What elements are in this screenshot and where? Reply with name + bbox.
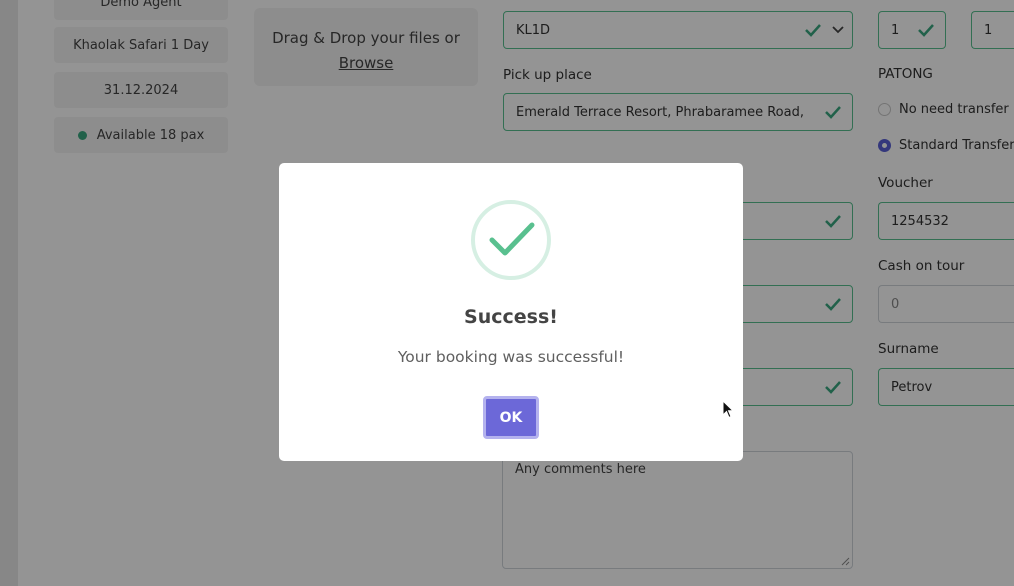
dialog-message: Your booking was successful! bbox=[397, 348, 625, 366]
success-dialog: Success! Your booking was successful! OK bbox=[279, 163, 743, 461]
checkmark-icon bbox=[489, 222, 535, 256]
mouse-cursor-icon bbox=[722, 400, 734, 419]
ok-button[interactable]: OK bbox=[483, 396, 539, 439]
success-check-icon bbox=[471, 200, 551, 280]
dialog-title: Success! bbox=[464, 306, 558, 328]
